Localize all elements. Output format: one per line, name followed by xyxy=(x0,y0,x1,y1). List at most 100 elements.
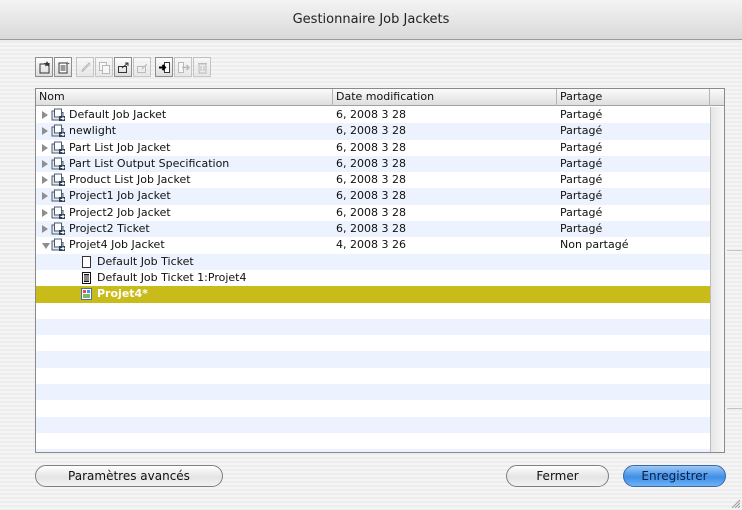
cell-date: 6, 2008 3 28 xyxy=(336,108,406,121)
cell-share xyxy=(560,254,710,270)
row-name: Part List Job Jacket xyxy=(69,140,171,154)
jacket-icon xyxy=(51,238,66,252)
toolbar xyxy=(35,57,212,79)
table-row xyxy=(36,400,710,416)
table-row xyxy=(36,335,710,351)
new-jacket-button[interactable] xyxy=(35,57,53,77)
row-name: Projet4* xyxy=(97,287,148,301)
disclosure-collapsed-icon[interactable] xyxy=(42,176,48,185)
cell-name: Project2 Job Jacket xyxy=(36,205,333,221)
table-row[interactable]: newlight 6, 2008 3 28 Partagé xyxy=(36,123,710,140)
resize-grip-icon[interactable] xyxy=(730,498,740,508)
column-header-share[interactable]: Partage xyxy=(557,89,710,106)
background-divider xyxy=(727,408,742,409)
ticket-template-icon xyxy=(79,255,94,269)
row-name: Project1 Job Jacket xyxy=(69,189,171,203)
disclosure-expanded-icon[interactable] xyxy=(42,243,50,250)
disclosure-collapsed-icon[interactable] xyxy=(42,111,48,119)
table-body: Default Job Jacket 6, 2008 3 28 Partagé new… xyxy=(36,107,710,452)
table-row[interactable]: Default Job Ticket 1:Projet4 xyxy=(36,270,710,286)
cell-share: Partagé xyxy=(560,156,603,170)
disclosure-collapsed-icon[interactable] xyxy=(42,208,48,217)
row-name: Projet4 Job Jacket xyxy=(69,238,165,252)
column-header-name[interactable]: Nom xyxy=(36,89,333,106)
jacket-icon xyxy=(51,108,66,122)
link-icon xyxy=(117,61,130,74)
disclosure-collapsed-icon[interactable] xyxy=(42,192,48,201)
disclosure-collapsed-icon[interactable] xyxy=(42,225,48,234)
unlink-icon xyxy=(136,61,149,74)
table-row[interactable]: Default Job Jacket 6, 2008 3 28 Partagé xyxy=(36,107,710,123)
unlink-button[interactable] xyxy=(133,57,151,77)
cell-date: 6, 2008 3 28 xyxy=(336,124,406,138)
edit-pencil-button[interactable] xyxy=(76,57,94,77)
cell-share: Partagé xyxy=(560,173,603,187)
duplicate-button[interactable] xyxy=(95,57,113,77)
row-name: newlight xyxy=(69,124,117,138)
jacket-icon xyxy=(51,189,66,203)
layout-icon xyxy=(79,287,94,301)
vertical-scrollbar[interactable] xyxy=(710,107,724,452)
table-row xyxy=(36,433,710,449)
table-row[interactable]: Default Job Ticket xyxy=(36,253,710,270)
cell-name: Projet4 Job Jacket xyxy=(36,237,333,253)
table-row[interactable]: Part List Job Jacket 6, 2008 3 28 Partagé xyxy=(36,140,710,156)
table-row xyxy=(36,449,710,452)
row-name: Project2 Job Jacket xyxy=(69,205,171,219)
export-icon xyxy=(177,61,190,74)
table-row[interactable]: Project2 Job Jacket 6, 2008 3 28 Partagé xyxy=(36,205,710,221)
cell-name: Projet4* xyxy=(36,286,333,302)
cell-date xyxy=(336,270,556,286)
new-ticket-button[interactable] xyxy=(54,57,72,77)
duplicate-icon xyxy=(98,61,111,74)
advanced-settings-button[interactable]: Paramètres avancés xyxy=(35,465,223,487)
cell-share: Partagé xyxy=(560,189,603,203)
job-jackets-table: Nom Date modification Partage Default Jo… xyxy=(35,88,725,453)
link-button[interactable] xyxy=(114,57,132,77)
export-button[interactable] xyxy=(174,57,192,77)
table-row[interactable]: Projet4 Job Jacket 4, 2008 3 26 Non partag… xyxy=(36,237,710,253)
new-ticket-icon xyxy=(57,60,70,74)
jacket-icon xyxy=(51,157,66,171)
row-name: Default Job Jacket xyxy=(69,108,167,121)
delete-icon xyxy=(196,61,209,74)
cell-name: newlight xyxy=(36,123,333,139)
disclosure-collapsed-icon[interactable] xyxy=(42,143,48,152)
import-button[interactable] xyxy=(155,57,173,77)
table-row[interactable]: Project2 Ticket 6, 2008 3 28 Partagé xyxy=(36,221,710,238)
cell-share xyxy=(560,270,710,286)
column-header-date[interactable]: Date modification xyxy=(333,89,557,106)
jacket-icon xyxy=(51,206,66,220)
table-row xyxy=(36,303,710,319)
cell-date: 6, 2008 3 28 xyxy=(336,140,406,154)
cell-share: Partagé xyxy=(560,124,603,138)
row-name: Part List Output Specification xyxy=(69,156,230,170)
table-row[interactable]: Project1 Job Jacket 6, 2008 3 28 Partagé xyxy=(36,188,710,205)
cell-date: 6, 2008 3 28 xyxy=(336,205,406,219)
cell-date: 6, 2008 3 28 xyxy=(336,222,406,236)
jacket-icon xyxy=(51,141,66,155)
table-row[interactable]: Projet4* xyxy=(36,286,710,303)
save-button[interactable]: Enregistrer xyxy=(623,465,726,487)
cell-date: 6, 2008 3 28 xyxy=(336,189,406,203)
disclosure-collapsed-icon[interactable] xyxy=(42,159,48,168)
cell-date xyxy=(336,286,556,302)
table-row[interactable]: Product List Job Jacket 6, 2008 3 28 Parta… xyxy=(36,172,710,188)
column-header-corner xyxy=(710,89,724,106)
cell-share: Partagé xyxy=(560,205,603,219)
cell-share: Partagé xyxy=(560,108,603,121)
job-jackets-window: Gestionnaire Job Jackets Nom Date modifi… xyxy=(0,0,742,510)
table-row xyxy=(36,368,710,384)
close-button[interactable]: Fermer xyxy=(506,465,609,487)
jacket-icon xyxy=(51,124,66,138)
table-header: Nom Date modification Partage xyxy=(36,89,724,106)
delete-button[interactable] xyxy=(193,57,211,77)
row-name: Default Job Ticket xyxy=(97,254,194,268)
cell-name: Default Job Ticket xyxy=(36,254,333,270)
table-row[interactable]: Part List Output Specification 6, 2008 3 … xyxy=(36,155,710,173)
cell-date xyxy=(336,254,556,270)
disclosure-collapsed-icon[interactable] xyxy=(42,127,48,136)
table-row xyxy=(36,351,710,368)
row-name: Product List Job Jacket xyxy=(69,173,191,187)
new-jacket-icon xyxy=(38,60,51,74)
